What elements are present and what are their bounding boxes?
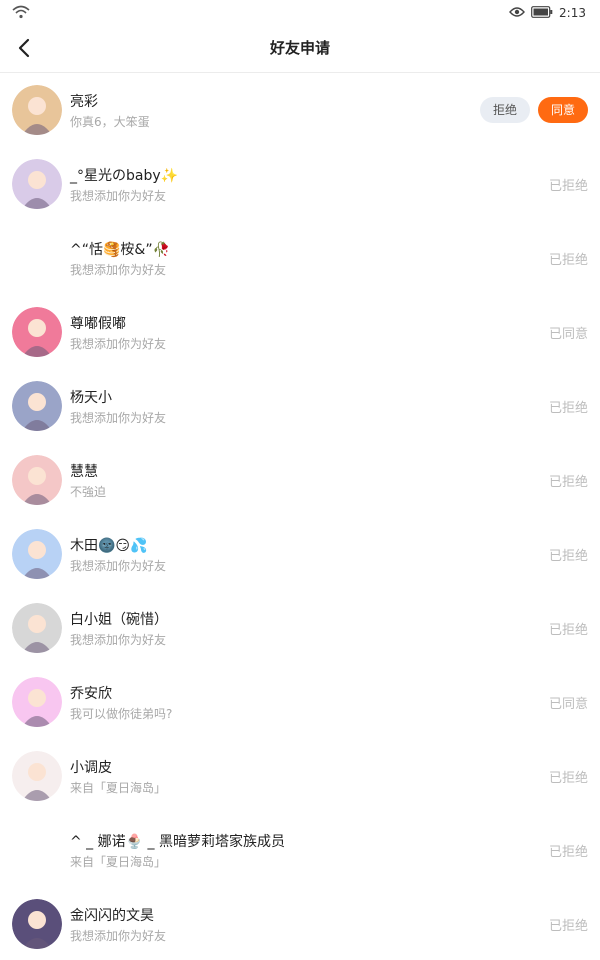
request-status: 已拒绝 — [548, 401, 588, 416]
avatar[interactable] — [12, 381, 62, 431]
accept-button[interactable]: 同意 — [538, 97, 588, 123]
request-status: 已拒绝 — [548, 475, 588, 490]
request-name: 白小姐（碗惜） — [70, 612, 168, 628]
request-message: 我想添加你为好友 — [70, 263, 167, 277]
request-message: 不強迫 — [70, 485, 107, 499]
request-message: 我想添加你为好友 — [70, 559, 167, 573]
friend-request-row[interactable]: ^“恬🥞桉&”🥀 我想添加你为好友 已拒绝 — [0, 221, 600, 295]
request-message: 我想添加你为好友 — [70, 337, 167, 351]
friend-request-row[interactable]: 白小姐（碗惜） 我想添加你为好友 已拒绝 — [0, 591, 600, 665]
friend-request-row[interactable]: 杨天小我想添加你为好友 已拒绝 — [0, 369, 600, 443]
request-name: 木田🌚😏💦 — [70, 538, 148, 554]
request-message: 来自「夏日海岛」 — [70, 781, 167, 795]
status-bar: 2:13 — [0, 0, 600, 24]
avatar[interactable] — [12, 307, 62, 357]
friend-request-row[interactable]: 尊嘟假嘟我想添加你为好友 已同意 — [0, 295, 600, 369]
request-name: 亮彩 — [70, 94, 98, 110]
request-name: 小调皮 — [70, 760, 112, 776]
avatar[interactable] — [12, 751, 62, 801]
request-name: 尊嘟假嘟 — [70, 316, 126, 332]
request-message: 来自「夏日海岛」 — [70, 855, 167, 869]
request-status: 已拒绝 — [548, 549, 588, 564]
avatar[interactable] — [12, 677, 62, 727]
request-status: 已拒绝 — [548, 845, 588, 860]
friend-request-row[interactable]: ^ _ 娜诺🍨 _ 黑暗萝莉塔家族成员 来自「夏日海岛」 已拒绝 — [0, 813, 600, 887]
request-message: 我可以做你徒弟吗? — [70, 707, 173, 721]
eye-icon — [509, 3, 525, 22]
request-message: 我想添加你为好友 — [70, 189, 167, 203]
request-message: 我想添加你为好友 — [70, 929, 167, 943]
page-title: 好友申请 — [269, 39, 330, 57]
request-name: 慧慧 — [70, 464, 98, 480]
request-status: 已拒绝 — [548, 623, 588, 638]
avatar[interactable] — [12, 825, 62, 875]
request-name: 乔安欣 — [70, 686, 112, 702]
request-name: ^“恬🥞桉&”🥀 — [70, 242, 171, 258]
request-message: 我想添加你为好友 — [70, 633, 167, 647]
request-status: 已拒绝 — [548, 919, 588, 934]
request-status: 已同意 — [548, 327, 588, 342]
friend-request-row[interactable]: 亮彩你真6，大笨蛋 拒绝 同意 — [0, 73, 600, 147]
friend-request-row[interactable]: _°星光のbaby✨ 我想添加你为好友 已拒绝 — [0, 147, 600, 221]
avatar[interactable] — [12, 233, 62, 283]
wifi-icon — [12, 4, 30, 23]
avatar[interactable] — [12, 85, 62, 135]
avatar[interactable] — [12, 159, 62, 209]
friend-request-row[interactable]: 金闪闪的文昊 我想添加你为好友 已拒绝 — [0, 887, 600, 960]
request-name: ^ _ 娜诺🍨 _ 黑暗萝莉塔家族成员 — [70, 834, 285, 850]
reject-button[interactable]: 拒绝 — [480, 97, 530, 123]
avatar[interactable] — [12, 603, 62, 653]
friend-request-row[interactable]: 木田🌚😏💦 我想添加你为好友 已拒绝 — [0, 517, 600, 591]
avatar[interactable] — [12, 529, 62, 579]
friend-request-list: 亮彩 你真6，大笨蛋 拒绝 同意 _°星光のbaby✨ 我想添加你为好友 已拒绝 ^“恬🥞桉&… — [0, 73, 600, 960]
friend-request-row[interactable]: 乔安欣我可以做你徒弟吗? 已同意 — [0, 665, 600, 739]
request-name: 杨天小 — [70, 390, 112, 406]
avatar[interactable] — [12, 455, 62, 505]
request-name: 金闪闪的文昊 — [70, 908, 154, 924]
battery-icon — [531, 3, 553, 22]
request-status: 已拒绝 — [548, 179, 588, 194]
request-message: 你真6，大笨蛋 — [70, 115, 150, 129]
request-status: 已拒绝 — [548, 771, 588, 786]
friend-request-row[interactable]: 小调皮来自「夏日海岛」 已拒绝 — [0, 739, 600, 813]
status-time: 2:13 — [559, 5, 586, 20]
request-status: 已拒绝 — [548, 253, 588, 268]
request-status: 已同意 — [548, 697, 588, 712]
avatar[interactable] — [12, 899, 62, 949]
nav-bar: 好友申请 — [0, 24, 600, 73]
status-right: 2:13 — [509, 3, 586, 22]
friend-request-row[interactable]: 慧慧不強迫 已拒绝 — [0, 443, 600, 517]
request-message: 我想添加你为好友 — [70, 411, 167, 425]
request-name: _°星光のbaby✨ — [70, 168, 179, 184]
